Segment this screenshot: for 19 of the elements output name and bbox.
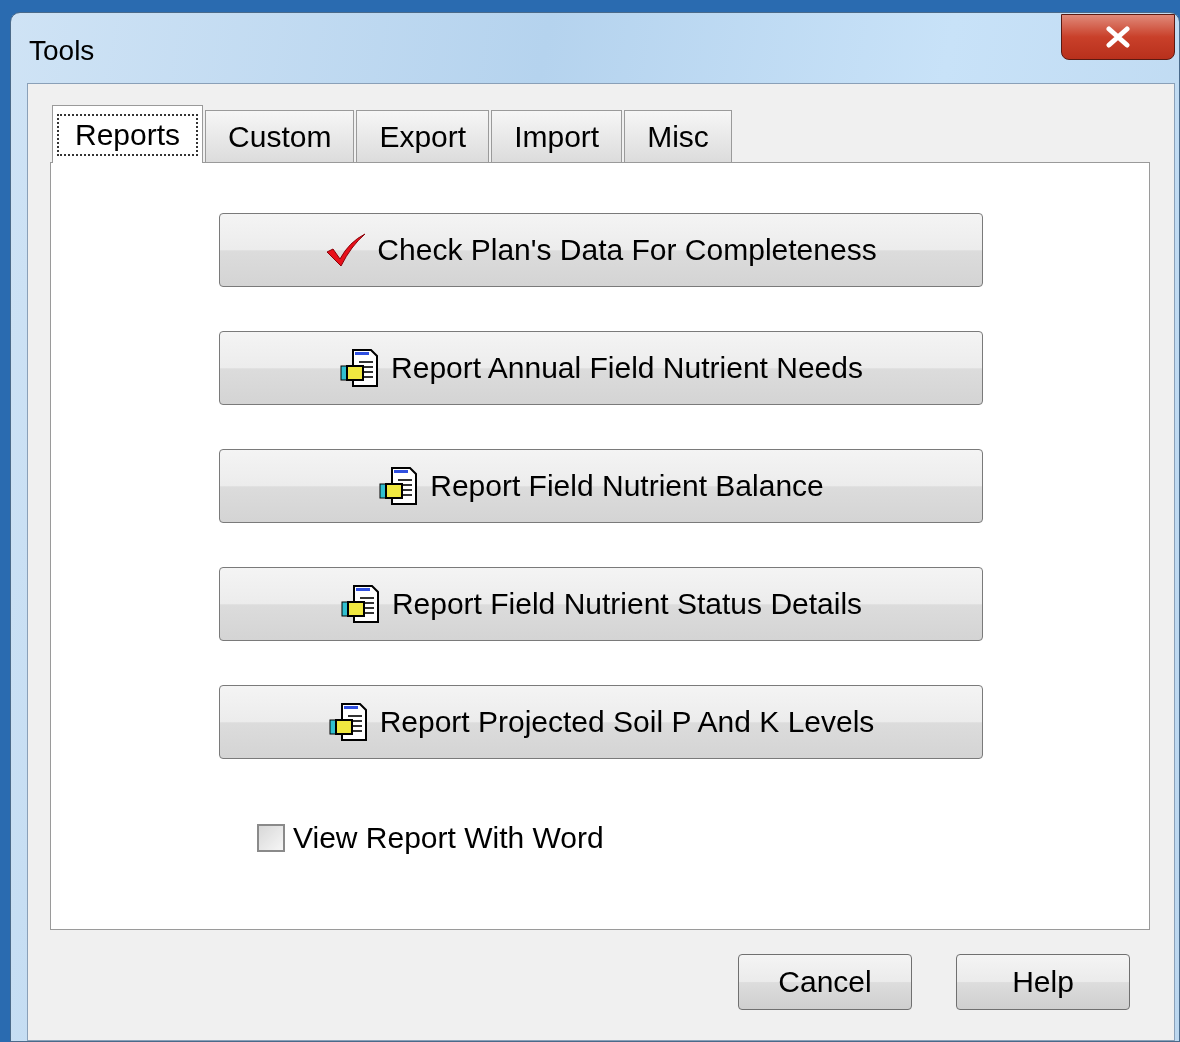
tab[interactable]: Export — [356, 110, 490, 162]
window-title: Tools — [29, 35, 95, 67]
checkmark-icon — [325, 232, 368, 268]
tab[interactable]: Import — [491, 110, 623, 162]
action-button[interactable]: Report Projected Soil P And K Levels — [219, 685, 983, 759]
close-icon — [1105, 26, 1131, 48]
dialog-button[interactable]: Cancel — [738, 954, 912, 1010]
tab[interactable]: Misc — [624, 110, 732, 162]
action-button[interactable]: Report Annual Field Nutrient Needs — [219, 331, 983, 405]
checkbox[interactable] — [257, 824, 285, 852]
report-icon — [339, 584, 382, 624]
action-button[interactable]: Report Field Nutrient Status Details — [219, 567, 983, 641]
dialog-button[interactable]: Help — [956, 954, 1130, 1010]
action-button[interactable]: Report Field Nutrient Balance — [219, 449, 983, 523]
action-button[interactable]: Check Plan's Data For Completeness — [219, 213, 983, 287]
tab[interactable]: Reports — [52, 105, 204, 163]
report-icon — [327, 702, 370, 742]
tab[interactable]: Custom — [205, 110, 355, 162]
close-button[interactable] — [1061, 14, 1175, 60]
